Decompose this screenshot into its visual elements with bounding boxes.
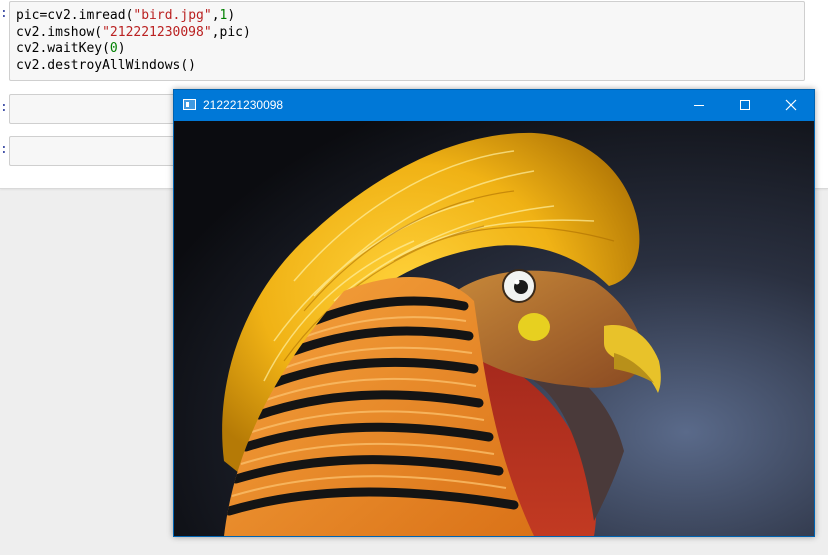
code-token: ,pic) bbox=[211, 24, 251, 40]
maximize-button[interactable] bbox=[722, 90, 768, 121]
minimize-icon bbox=[694, 105, 704, 106]
code-line: pic=cv2.imread("bird.jpg",1) bbox=[16, 8, 251, 25]
cell-prompt: : bbox=[0, 100, 6, 115]
window-title: 212221230098 bbox=[203, 98, 284, 112]
code-token: pic=cv2.imread( bbox=[16, 8, 134, 23]
displayed-image bbox=[174, 121, 814, 536]
code-token: ) bbox=[227, 8, 236, 23]
close-button[interactable] bbox=[768, 90, 814, 121]
window-app-icon bbox=[183, 99, 196, 110]
close-icon bbox=[785, 99, 797, 111]
window-titlebar[interactable]: 212221230098 bbox=[174, 90, 814, 121]
code-token: 0 bbox=[109, 41, 118, 56]
code-line: cv2.waitKey(0) bbox=[16, 41, 251, 58]
golden-pheasant-image bbox=[174, 121, 814, 536]
code-token: "212221230098" bbox=[102, 24, 212, 40]
code-line: cv2.destroyAllWindows() bbox=[16, 58, 251, 75]
code-token: ) bbox=[117, 41, 126, 56]
code-token: cv2.imshow( bbox=[16, 24, 103, 40]
code-token: , bbox=[211, 8, 220, 23]
code-line: cv2.imshow("212221230098",pic) bbox=[16, 25, 251, 42]
opencv-image-window[interactable]: 212221230098 bbox=[173, 89, 815, 537]
code-editor[interactable]: pic=cv2.imread("bird.jpg",1) cv2.imshow("… bbox=[16, 8, 251, 74]
cell-prompt: : bbox=[0, 6, 6, 21]
maximize-icon bbox=[740, 100, 750, 110]
code-token: cv2.waitKey( bbox=[16, 41, 110, 56]
cell-prompt: : bbox=[0, 142, 6, 157]
code-token: "bird.jpg" bbox=[133, 8, 212, 23]
code-token: cv2.destroyAllWindows() bbox=[16, 57, 197, 73]
code-cell-input[interactable]: pic=cv2.imread("bird.jpg",1) cv2.imshow("… bbox=[9, 1, 805, 81]
minimize-button[interactable] bbox=[676, 90, 722, 121]
